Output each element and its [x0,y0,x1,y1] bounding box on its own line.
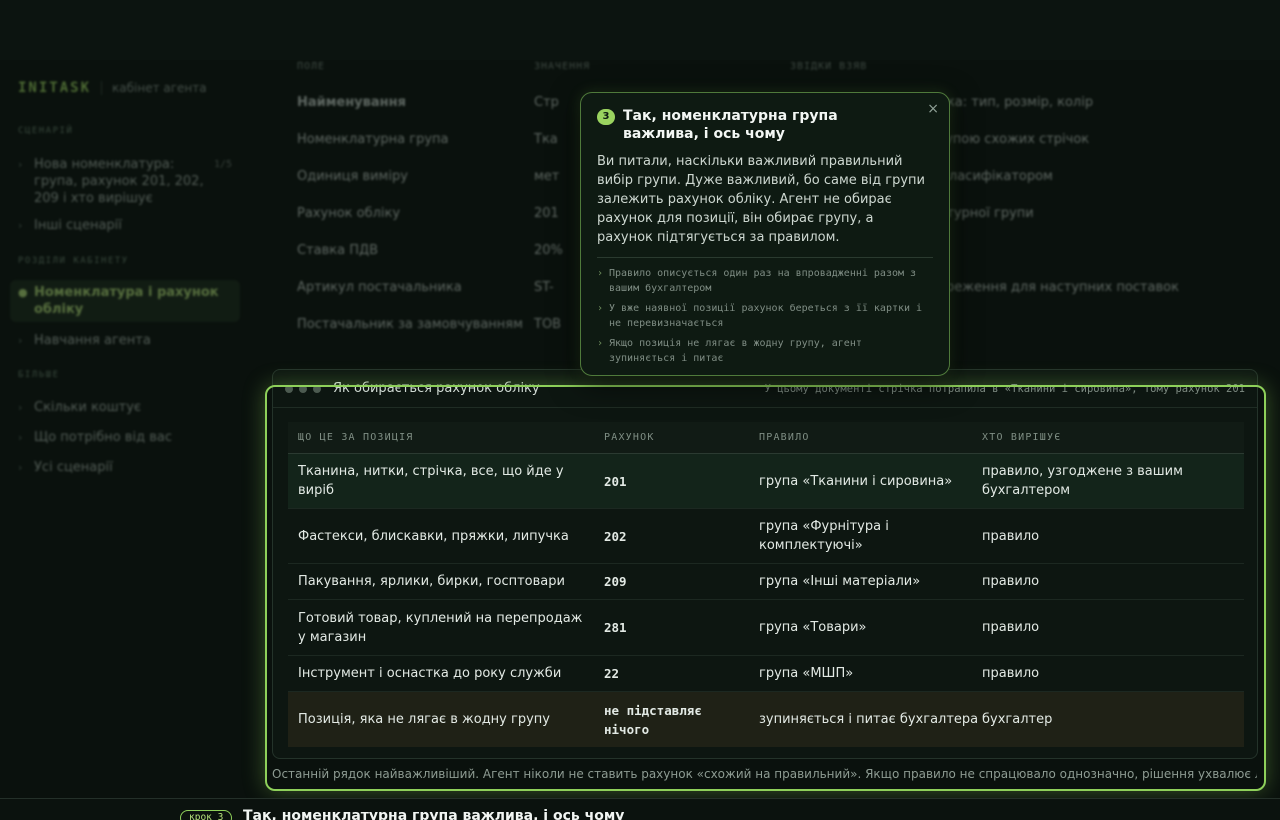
brand-divider [101,81,103,95]
chevron-right-icon: › [18,431,23,444]
brand: INITASK кабінет агента [18,80,207,96]
tooltip-title: Так, номенклатурна група важлива, і ось … [623,108,838,142]
column-header-source: ЗВІДКИ ВЗЯВ [790,60,868,72]
tooltip-header: 3 Так, номенклатурна група важлива, і ос… [597,107,933,143]
sidebar-item-label: Усі сценарії [34,460,113,475]
highlight-frame [265,385,1266,791]
bullet-text: Якщо позиція не лягає в жодну групу, аге… [609,338,862,364]
sidebar: INITASK кабінет агента СЦЕНАРІЙ › Нова н… [0,60,252,800]
field-name: Артикул постачальника [297,280,462,295]
chevron-right-icon: › [597,303,604,314]
sidebar-item-scenario-current[interactable]: › Нова номенклатура: група, рахунок 201,… [10,152,240,211]
column-header-value: ЗНАЧЕННЯ [534,60,591,72]
section-scenarios-heading: СЦЕНАРІЙ [18,126,74,136]
sidebar-item-label: Скільки коштує [34,400,142,415]
bullet-icon: ● [18,286,28,299]
tooltip-body: Ви питали, наскільки важливий правильний… [597,154,925,245]
brand-logo: INITASK [18,80,92,96]
bullet-text: У вже наявної позиції рахунок береться з… [609,303,923,329]
chevron-right-icon: › [597,338,604,349]
chevron-right-icon: › [18,401,23,414]
sidebar-item-agent-training[interactable]: › Навчання агента [10,328,240,353]
list-item: › Якщо позиція не лягає в жодну групу, а… [597,336,933,366]
field-name: Найменування [297,95,406,110]
field-name: Номенклатурна група [297,132,449,147]
sidebar-item-label: Інші сценарії [34,218,122,233]
chevron-right-icon: › [597,268,604,279]
list-item: › У вже наявної позиції рахунок береться… [597,301,933,331]
chevron-right-icon: › [18,219,23,232]
step-title: Так, номенклатурна група важлива, і ось … [243,808,625,820]
sidebar-item-requirements[interactable]: › Що потрібно від вас [10,425,240,450]
field-name: Постачальник за замовчуванням [297,317,523,332]
brand-subtitle: кабінет агента [112,81,207,95]
step-badge: крок 3 [180,810,233,820]
sidebar-item-label: Нова номенклатура: група, рахунок 201, 2… [34,157,204,206]
field-name: Рахунок обліку [297,206,401,221]
field-name: Одиниця виміру [297,169,408,184]
chevron-right-icon: › [18,461,23,474]
column-header-field: ПОЛЕ [297,60,326,72]
sidebar-item-nomenclature[interactable]: ● Номенклатура і рахунок обліку [10,280,240,322]
step-number-badge: 3 [597,109,615,125]
close-icon[interactable]: × [927,101,939,117]
sidebar-item-label: Навчання агента [34,333,151,348]
chevron-right-icon: › [18,158,23,171]
sidebar-item-label: Номенклатура і рахунок обліку [34,285,219,317]
sidebar-item-other-scenarios[interactable]: › Інші сценарії [10,213,240,238]
bullet-text: Правило описується один раз на впровадже… [609,268,917,294]
tooltip-bullets: › Правило описується один раз на впровад… [597,266,933,366]
sidebar-item-label: Що потрібно від вас [34,430,172,445]
divider [597,257,933,258]
scenario-progress: 1/5 [213,159,232,170]
section-cabinet-heading: РОЗДІЛИ КАБІНЕТУ [18,256,129,266]
sidebar-item-all-scenarios[interactable]: › Усі сценарії [10,455,240,480]
tour-tooltip: 3 Так, номенклатурна група важлива, і ос… [580,92,950,376]
table-header: ПОЛЕ ЗНАЧЕННЯ ЗВІДКИ ВЗЯВ [272,48,1242,84]
sidebar-item-pricing[interactable]: › Скільки коштує [10,395,240,420]
bottom-step-bar: крок 3 Так, номенклатурна група важлива,… [0,798,1280,820]
chevron-right-icon: › [18,334,23,347]
field-name: Ставка ПДВ [297,243,379,258]
section-more-heading: БІЛЬШЕ [18,370,60,380]
list-item: › Правило описується один раз на впровад… [597,266,933,296]
